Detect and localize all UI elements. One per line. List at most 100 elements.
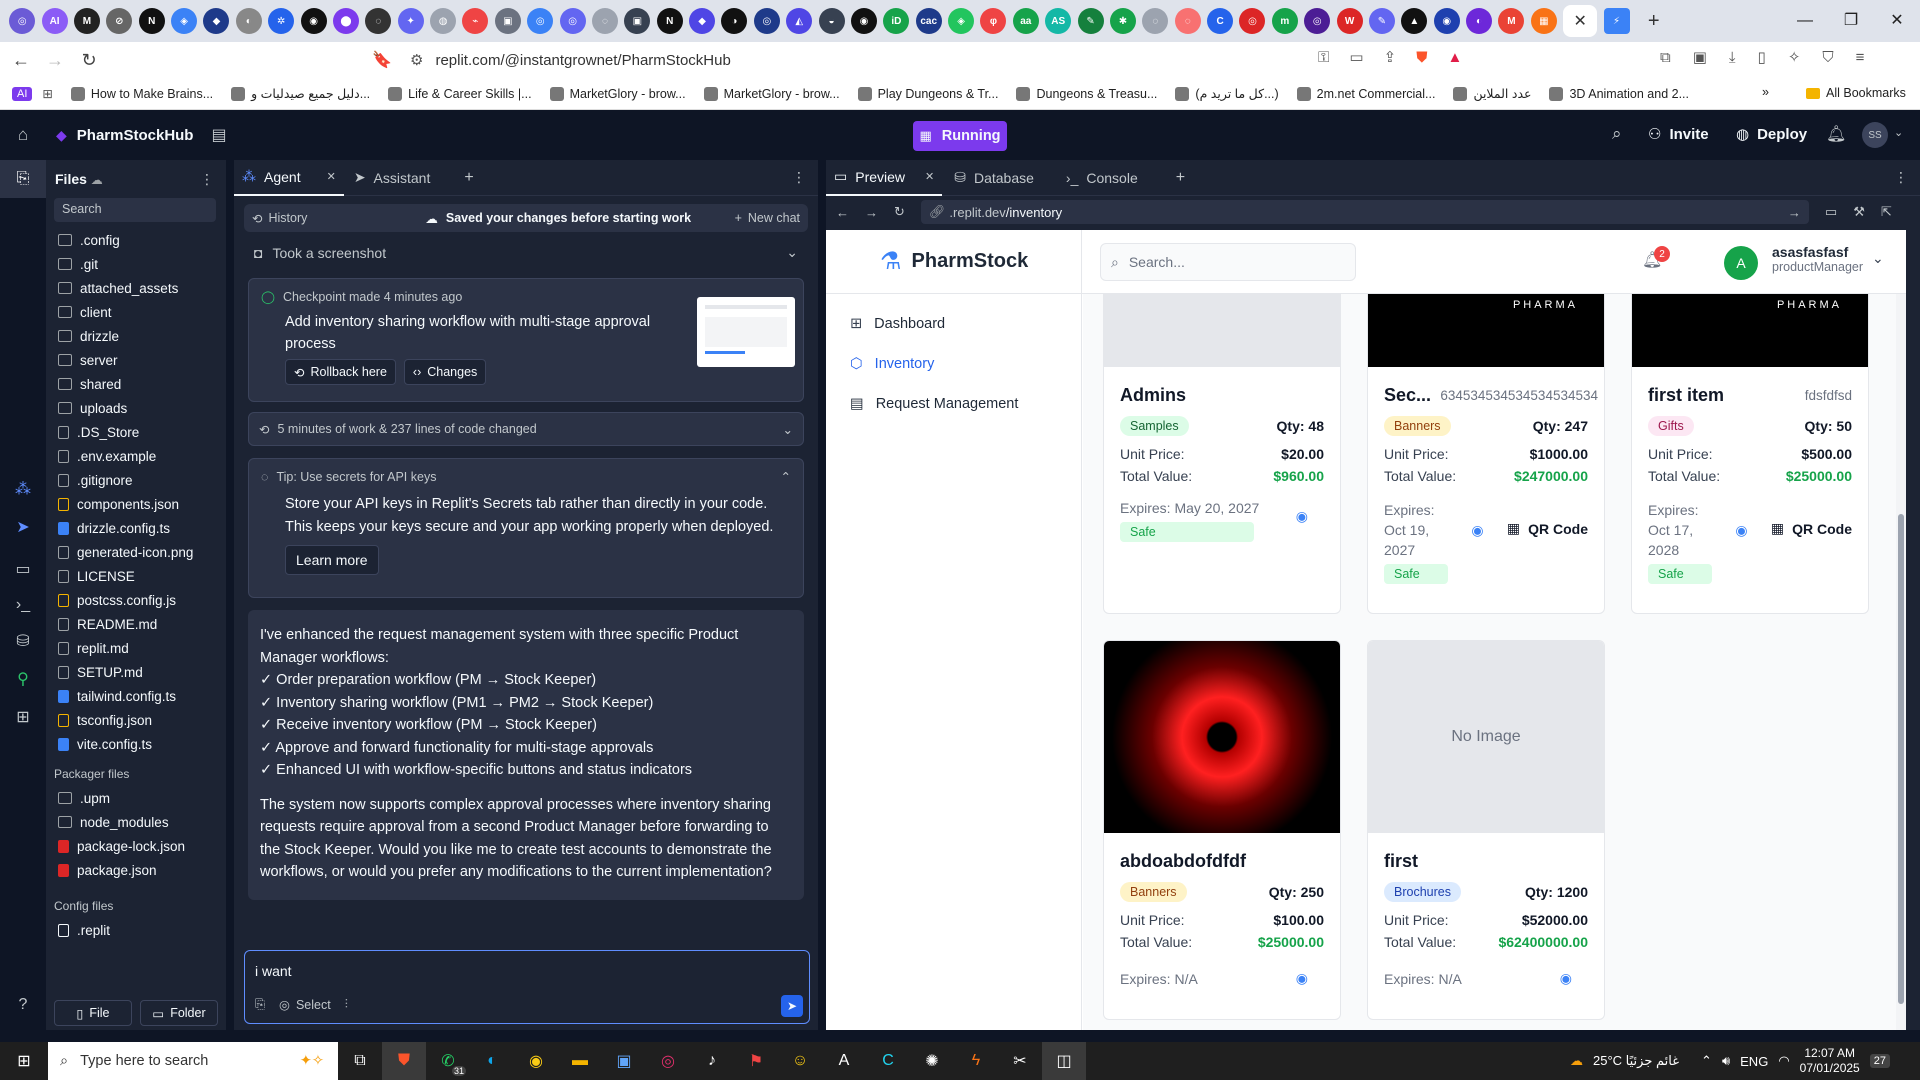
- home-icon[interactable]: ⌂: [0, 125, 46, 145]
- app-logo[interactable]: ⚗ PharmStock: [826, 230, 1082, 294]
- item-card[interactable]: No Image first Brochures Qty: 1200 Unit P…: [1367, 640, 1605, 1020]
- file-tree-item[interactable]: SETUP.md: [46, 660, 226, 684]
- browser-tab[interactable]: M: [1498, 8, 1525, 34]
- learn-more-button[interactable]: Learn more: [285, 545, 379, 575]
- changes-button[interactable]: ‹› Changes: [403, 359, 487, 385]
- browser-tab[interactable]: ⬤: [332, 8, 359, 34]
- nav-dashboard[interactable]: ⊞ Dashboard: [850, 316, 945, 332]
- all-tools-icon[interactable]: ⊞: [0, 698, 46, 736]
- clock[interactable]: 12:07 AM 07/01/2025: [1800, 1046, 1860, 1076]
- file-tree-item[interactable]: components.json: [46, 492, 226, 516]
- file-tree-item[interactable]: generated-icon.png: [46, 540, 226, 564]
- screenshot-step[interactable]: ◘ Took a screenshot ⌄: [254, 244, 798, 261]
- work-summary[interactable]: ⟲ 5 minutes of work & 237 lines of code c…: [248, 412, 804, 446]
- nav-request-management[interactable]: ▤ Request Management: [850, 396, 1018, 412]
- browser-tab[interactable]: ◐: [235, 8, 262, 34]
- browser-tab[interactable]: ◎: [1304, 8, 1331, 34]
- file-tree-item[interactable]: tsconfig.json: [46, 708, 226, 732]
- browser-tab[interactable]: ◈: [171, 8, 198, 34]
- nav-inventory[interactable]: ⬡ Inventory: [850, 356, 934, 372]
- app-icon[interactable]: ▣: [602, 1042, 646, 1080]
- capcut-app-icon[interactable]: ✂: [998, 1042, 1042, 1080]
- browser-tab[interactable]: ✲: [268, 8, 295, 34]
- chat-input[interactable]: i want: [255, 963, 292, 979]
- view-icon[interactable]: ◉: [1296, 508, 1308, 525]
- browser-tab[interactable]: ◎: [753, 8, 780, 34]
- browser-tab[interactable]: iD: [883, 8, 910, 34]
- language[interactable]: ENG: [1740, 1054, 1768, 1069]
- download-icon[interactable]: ⤓: [1729, 49, 1736, 66]
- more-bookmarks-icon[interactable]: »: [1762, 85, 1769, 99]
- app-a-icon[interactable]: A: [822, 1042, 866, 1080]
- settings-sliders-icon[interactable]: ⫶: [345, 997, 348, 1012]
- whatsapp-app-icon[interactable]: ✆ 31: [426, 1042, 470, 1080]
- notification-center[interactable]: 27: [1869, 1054, 1890, 1068]
- bookmark-item[interactable]: عدد الملاين: [1453, 86, 1531, 101]
- view-icon[interactable]: ◉: [1296, 970, 1308, 987]
- browser-tab[interactable]: W: [1336, 8, 1363, 34]
- bookmark-item[interactable]: MarketGlory - brow...: [703, 86, 840, 101]
- bookmark-item[interactable]: 2m.net Commercial...: [1296, 86, 1435, 101]
- bookmark-item[interactable]: (كل ما تريد م...): [1175, 86, 1279, 101]
- invite-button[interactable]: ⚇ Invite: [1648, 125, 1709, 144]
- file-tree-item[interactable]: .upm: [46, 786, 226, 810]
- file-tree-item[interactable]: uploads: [46, 396, 226, 420]
- tab-assistant[interactable]: ➤ Assistant: [344, 169, 441, 186]
- browser-tab[interactable]: ▲: [1401, 8, 1428, 34]
- file-tree-item[interactable]: .env.example: [46, 444, 226, 468]
- app-active-icon[interactable]: ◫: [1042, 1042, 1086, 1080]
- preview-tool-icon[interactable]: ▭: [0, 550, 46, 588]
- preview-url-field[interactable]: 🔗︎ .replit.dev/inventory →: [920, 200, 1809, 224]
- attach-icon[interactable]: ⎘: [255, 997, 265, 1012]
- all-bookmarks[interactable]: All Bookmarks: [1806, 86, 1906, 100]
- agent-tool-icon[interactable]: ⁂: [0, 470, 46, 508]
- tray-chevron-icon[interactable]: ⌃: [1701, 1053, 1712, 1069]
- snapchat-app-icon[interactable]: ☺: [778, 1042, 822, 1080]
- browser-tab[interactable]: ◎: [1239, 8, 1266, 34]
- bookmark-item[interactable]: Dungeons & Treasu...: [1016, 86, 1157, 101]
- file-tree-item[interactable]: postcss.config.js: [46, 588, 226, 612]
- browser-tab[interactable]: ⊘: [106, 8, 133, 34]
- tab-preview[interactable]: ▭ Preview ✕: [826, 160, 943, 196]
- browser-tab[interactable]: cac: [915, 8, 942, 34]
- files-tool-icon[interactable]: ⎘: [0, 160, 46, 198]
- forward-icon[interactable]: →: [42, 50, 68, 71]
- browser-tab[interactable]: ◐: [1466, 8, 1493, 34]
- bookmark-item[interactable]: Play Dungeons & Tr...: [857, 86, 998, 101]
- file-tree-item[interactable]: attached_assets: [46, 276, 226, 300]
- browser-tab[interactable]: ◆: [203, 8, 230, 34]
- file-tree-item[interactable]: .DS_Store: [46, 420, 226, 444]
- file-tree-item[interactable]: replit.md: [46, 636, 226, 660]
- file-tree-item[interactable]: tailwind.config.ts: [46, 684, 226, 708]
- database-tool-icon[interactable]: ⛁: [0, 622, 46, 660]
- app-c-icon[interactable]: C: [866, 1042, 910, 1080]
- browser-tab[interactable]: ◎: [527, 8, 554, 34]
- app-flash-icon[interactable]: ϟ: [954, 1042, 998, 1080]
- new-chat-button[interactable]: + New chat: [735, 211, 800, 225]
- browser-tab[interactable]: ⌁: [462, 8, 489, 34]
- new-tab-button[interactable]: +: [1641, 10, 1667, 33]
- bookmark-item[interactable]: 3D Animation and 2...: [1549, 86, 1689, 101]
- tiktok-app-icon[interactable]: ♪: [690, 1042, 734, 1080]
- browser-tab[interactable]: ◌: [365, 8, 392, 34]
- browser-tab[interactable]: ◉: [300, 8, 327, 34]
- maximize-button[interactable]: ❐: [1828, 0, 1874, 42]
- bookmark-icon[interactable]: 🔖: [372, 50, 392, 70]
- browser-tab[interactable]: ▣: [494, 8, 521, 34]
- file-tree-item[interactable]: client: [46, 300, 226, 324]
- apps-grid-icon[interactable]: ⊞: [42, 86, 52, 101]
- browser-tab[interactable]: aa: [1012, 8, 1039, 34]
- volume-icon[interactable]: 🔊︎: [1722, 1053, 1730, 1069]
- browser-tab[interactable]: ◌: [591, 8, 618, 34]
- new-folder-button[interactable]: ▭ Folder: [140, 1000, 218, 1026]
- deploy-button[interactable]: ◍ Deploy: [1736, 125, 1807, 144]
- brave-shield-icon[interactable]: ⛊: [1416, 49, 1427, 66]
- browser-tab[interactable]: ◭: [786, 8, 813, 34]
- open-arrow-icon[interactable]: →: [1788, 205, 1801, 220]
- task-view-icon[interactable]: ⧉: [338, 1042, 382, 1080]
- secrets-tool-icon[interactable]: ⚲: [0, 660, 46, 698]
- browser-tab[interactable]: ◌: [1142, 8, 1169, 34]
- qr-code-button[interactable]: ▦ QR Code: [1507, 520, 1588, 537]
- reload-icon[interactable]: ↻: [76, 50, 102, 71]
- cast-icon[interactable]: ▭: [1349, 48, 1363, 66]
